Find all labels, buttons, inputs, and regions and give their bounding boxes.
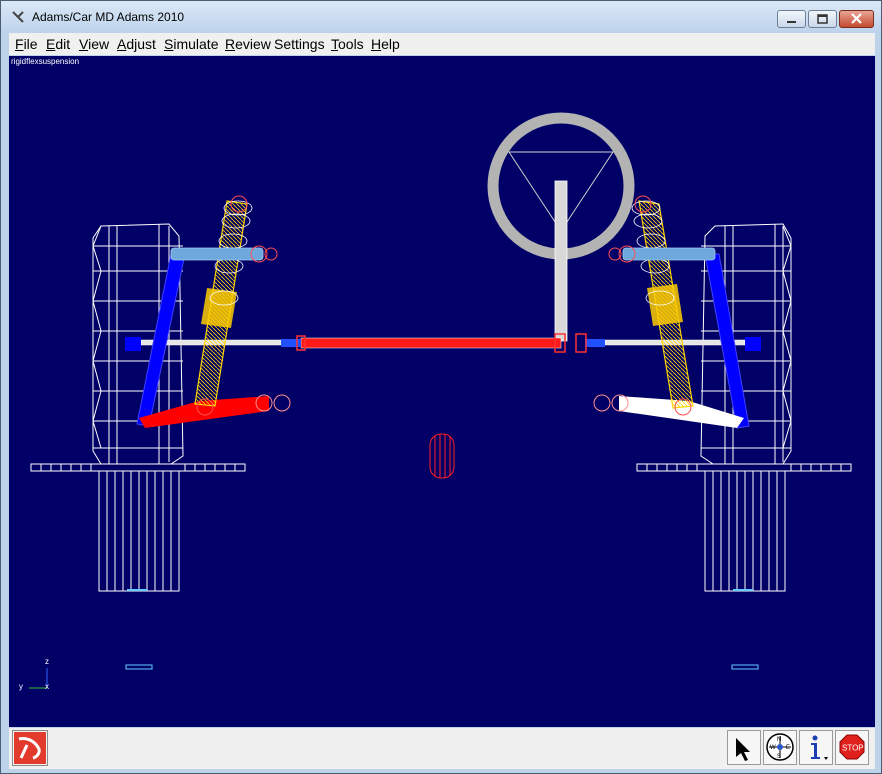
right-spring-damper (631, 195, 694, 416)
right-upper-arm (608, 245, 716, 263)
menu-tools[interactable]: Tools (331, 36, 364, 52)
right-ground-plate (636, 463, 852, 592)
minimize-button[interactable] (777, 10, 806, 28)
window-title: Adams/Car MD Adams 2010 (32, 10, 185, 24)
title-bar[interactable]: Adams/Car MD Adams 2010 (1, 1, 881, 33)
svg-text:N: N (777, 737, 781, 743)
suspension-model (29, 112, 852, 689)
menu-help[interactable]: Help (371, 36, 400, 52)
maximize-icon (817, 14, 828, 24)
menu-settings[interactable]: Settings (274, 36, 325, 52)
minimize-icon (787, 21, 796, 23)
menu-simulate[interactable]: Simulate (164, 36, 218, 52)
triad-x-label: x (45, 682, 49, 691)
menu-edit[interactable]: Edit (46, 36, 70, 52)
svg-text:S: S (777, 754, 781, 760)
left-marker (125, 664, 153, 670)
triad-z-label: z (45, 657, 49, 666)
status-bar: N S W E STOP (9, 728, 875, 769)
menu-view[interactable]: View (79, 36, 109, 52)
stop-button[interactable]: STOP (835, 730, 869, 765)
app-window: Adams/Car MD Adams 2010 File Edit View A… (0, 0, 882, 774)
info-button[interactable] (799, 730, 833, 765)
adams-logo-button[interactable] (12, 730, 48, 766)
steering-wheel (487, 112, 635, 342)
right-lower-arm (593, 394, 744, 428)
adams-logo-icon (14, 732, 46, 764)
svg-text:W: W (770, 745, 776, 751)
view-orientation-button[interactable]: N S W E (763, 730, 797, 765)
menu-adjust[interactable]: Adjust (117, 36, 156, 52)
left-spring-damper (194, 195, 253, 416)
menu-review[interactable]: Review (225, 36, 271, 52)
triad-y-label: y (19, 682, 23, 691)
svg-text:E: E (786, 745, 790, 751)
adams-app-icon (12, 11, 24, 23)
left-ground-plate (30, 463, 246, 592)
center-bushing (429, 433, 455, 479)
stop-icon: STOP (839, 734, 865, 760)
view-compass-icon: N S W E (766, 733, 794, 761)
close-icon (851, 13, 862, 24)
menu-file[interactable]: File (15, 36, 38, 52)
model-viewport[interactable]: rigidflexsuspension z y x (9, 56, 875, 727)
menu-bar: File Edit View Adjust Simulate Review Se… (9, 33, 875, 55)
svg-text:STOP: STOP (842, 744, 864, 753)
select-tool-button[interactable] (727, 730, 761, 765)
left-upper-arm (170, 245, 278, 263)
maximize-button[interactable] (808, 10, 837, 28)
close-button[interactable] (839, 10, 874, 28)
info-icon (811, 735, 828, 760)
select-arrow-icon (736, 738, 750, 761)
right-marker (731, 664, 759, 670)
